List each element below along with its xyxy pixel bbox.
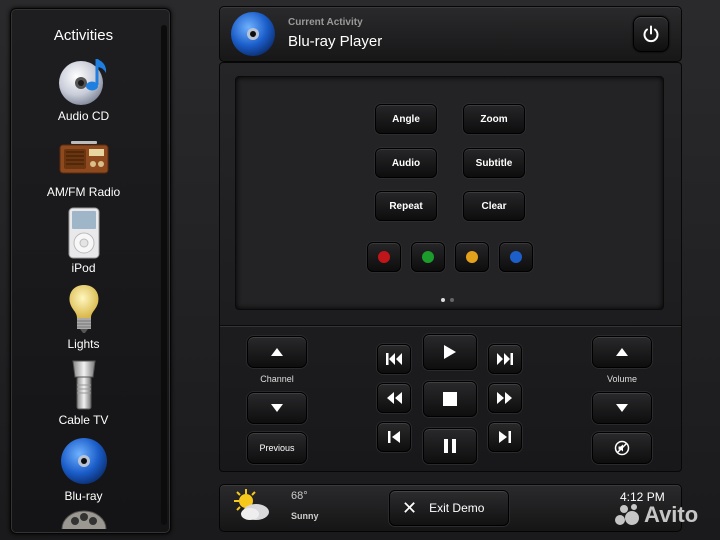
film-reel-icon — [56, 509, 112, 529]
triangle-down-icon — [271, 404, 283, 412]
avito-watermark: Avito — [614, 502, 698, 528]
activity-label: Cable TV — [58, 413, 109, 427]
activity-lights[interactable]: Lights — [11, 283, 156, 359]
bluray-disc-icon — [56, 435, 112, 487]
red-dot — [378, 251, 390, 263]
activity-label: Lights — [67, 337, 100, 351]
page-dot-active — [441, 298, 445, 302]
step-back-icon — [388, 431, 400, 443]
play-icon — [444, 345, 456, 359]
step-back-button[interactable] — [377, 422, 411, 452]
current-activity-title: Blu-ray Player — [288, 33, 383, 50]
audio-button[interactable]: Audio — [375, 148, 437, 178]
mute-button[interactable] — [592, 432, 652, 464]
activity-label: AM/FM Radio — [46, 185, 121, 199]
pause-button[interactable] — [423, 428, 477, 464]
volume-down-button[interactable] — [592, 392, 652, 424]
lightbulb-icon — [56, 283, 112, 335]
power-icon — [643, 25, 659, 43]
page-dot — [450, 298, 454, 302]
repeat-button[interactable]: Repeat — [375, 191, 437, 221]
mute-icon — [614, 440, 630, 456]
volume-up-button[interactable] — [592, 336, 652, 368]
skip-back-icon — [386, 353, 402, 365]
divider — [220, 325, 681, 326]
activity-label: Blu-ray — [64, 489, 103, 503]
play-button[interactable] — [423, 334, 477, 370]
weather-sunny-icon — [232, 488, 272, 529]
weather-condition: Sunny — [291, 511, 319, 521]
bluray-disc-icon — [229, 10, 277, 63]
activity-cable-tv[interactable]: Cable TV — [11, 359, 156, 435]
rewind-icon — [387, 392, 402, 404]
step-forward-button[interactable] — [488, 422, 522, 452]
skip-forward-button[interactable] — [488, 344, 522, 374]
clear-button[interactable]: Clear — [463, 191, 525, 221]
radio-icon — [56, 131, 112, 183]
triangle-up-icon — [616, 348, 628, 356]
sidebar-title: Activities — [53, 27, 114, 44]
avito-logo-icon — [615, 504, 639, 525]
triangle-down-icon — [616, 404, 628, 412]
skip-forward-icon — [497, 353, 513, 365]
skip-back-button[interactable] — [377, 344, 411, 374]
activities-sidebar: Activities Audio CD AM/FM Radio iPod Lig… — [10, 8, 171, 534]
rewind-button[interactable] — [377, 383, 411, 413]
activity-blu-ray[interactable]: Blu-ray — [11, 435, 156, 511]
fast-forward-button[interactable] — [488, 383, 522, 413]
channel-down-button[interactable] — [247, 392, 307, 424]
volume-label: Volume — [606, 374, 638, 384]
current-activity-header: Current Activity Blu-ray Player — [219, 6, 682, 62]
activity-label: Audio CD — [57, 109, 110, 123]
temperature: 68° — [291, 490, 308, 502]
audio-cd-icon — [56, 55, 112, 107]
activity-label: iPod — [71, 261, 96, 275]
watermark-text: Avito — [644, 502, 699, 527]
channel-label: Channel — [260, 374, 294, 384]
pause-icon — [444, 439, 456, 453]
step-forward-icon — [499, 431, 511, 443]
blue-button[interactable] — [499, 242, 533, 272]
close-icon: ✕ — [402, 497, 418, 518]
fast-forward-icon — [497, 392, 512, 404]
activity-movie-partial[interactable] — [11, 509, 156, 529]
triangle-up-icon — [271, 348, 283, 356]
stop-icon — [443, 392, 457, 406]
zoom-button[interactable]: Zoom — [463, 104, 525, 134]
angle-button[interactable]: Angle — [375, 104, 437, 134]
yellow-button[interactable] — [455, 242, 489, 272]
green-button[interactable] — [411, 242, 445, 272]
activity-audio-cd[interactable]: Audio CD — [11, 55, 156, 131]
previous-channel-button[interactable]: Previous — [247, 432, 307, 464]
page-indicator[interactable] — [441, 298, 454, 302]
exit-demo-label: Exit Demo — [429, 501, 485, 515]
subtitle-button[interactable]: Subtitle — [463, 148, 525, 178]
soft-button-pad — [235, 76, 664, 310]
sidebar-scrollbar[interactable] — [161, 25, 167, 525]
green-dot — [422, 251, 434, 263]
current-activity-label: Current Activity — [288, 17, 363, 28]
stop-button[interactable] — [423, 381, 477, 417]
channel-up-button[interactable] — [247, 336, 307, 368]
power-button[interactable] — [633, 16, 669, 52]
red-button[interactable] — [367, 242, 401, 272]
activity-ipod[interactable]: iPod — [11, 207, 156, 283]
exit-demo-button[interactable]: ✕ Exit Demo — [389, 490, 509, 526]
yellow-dot — [466, 251, 478, 263]
blue-dot — [510, 251, 522, 263]
flashlight-icon — [56, 359, 112, 411]
activity-am-fm-radio[interactable]: AM/FM Radio — [11, 131, 156, 207]
ipod-icon — [56, 207, 112, 259]
